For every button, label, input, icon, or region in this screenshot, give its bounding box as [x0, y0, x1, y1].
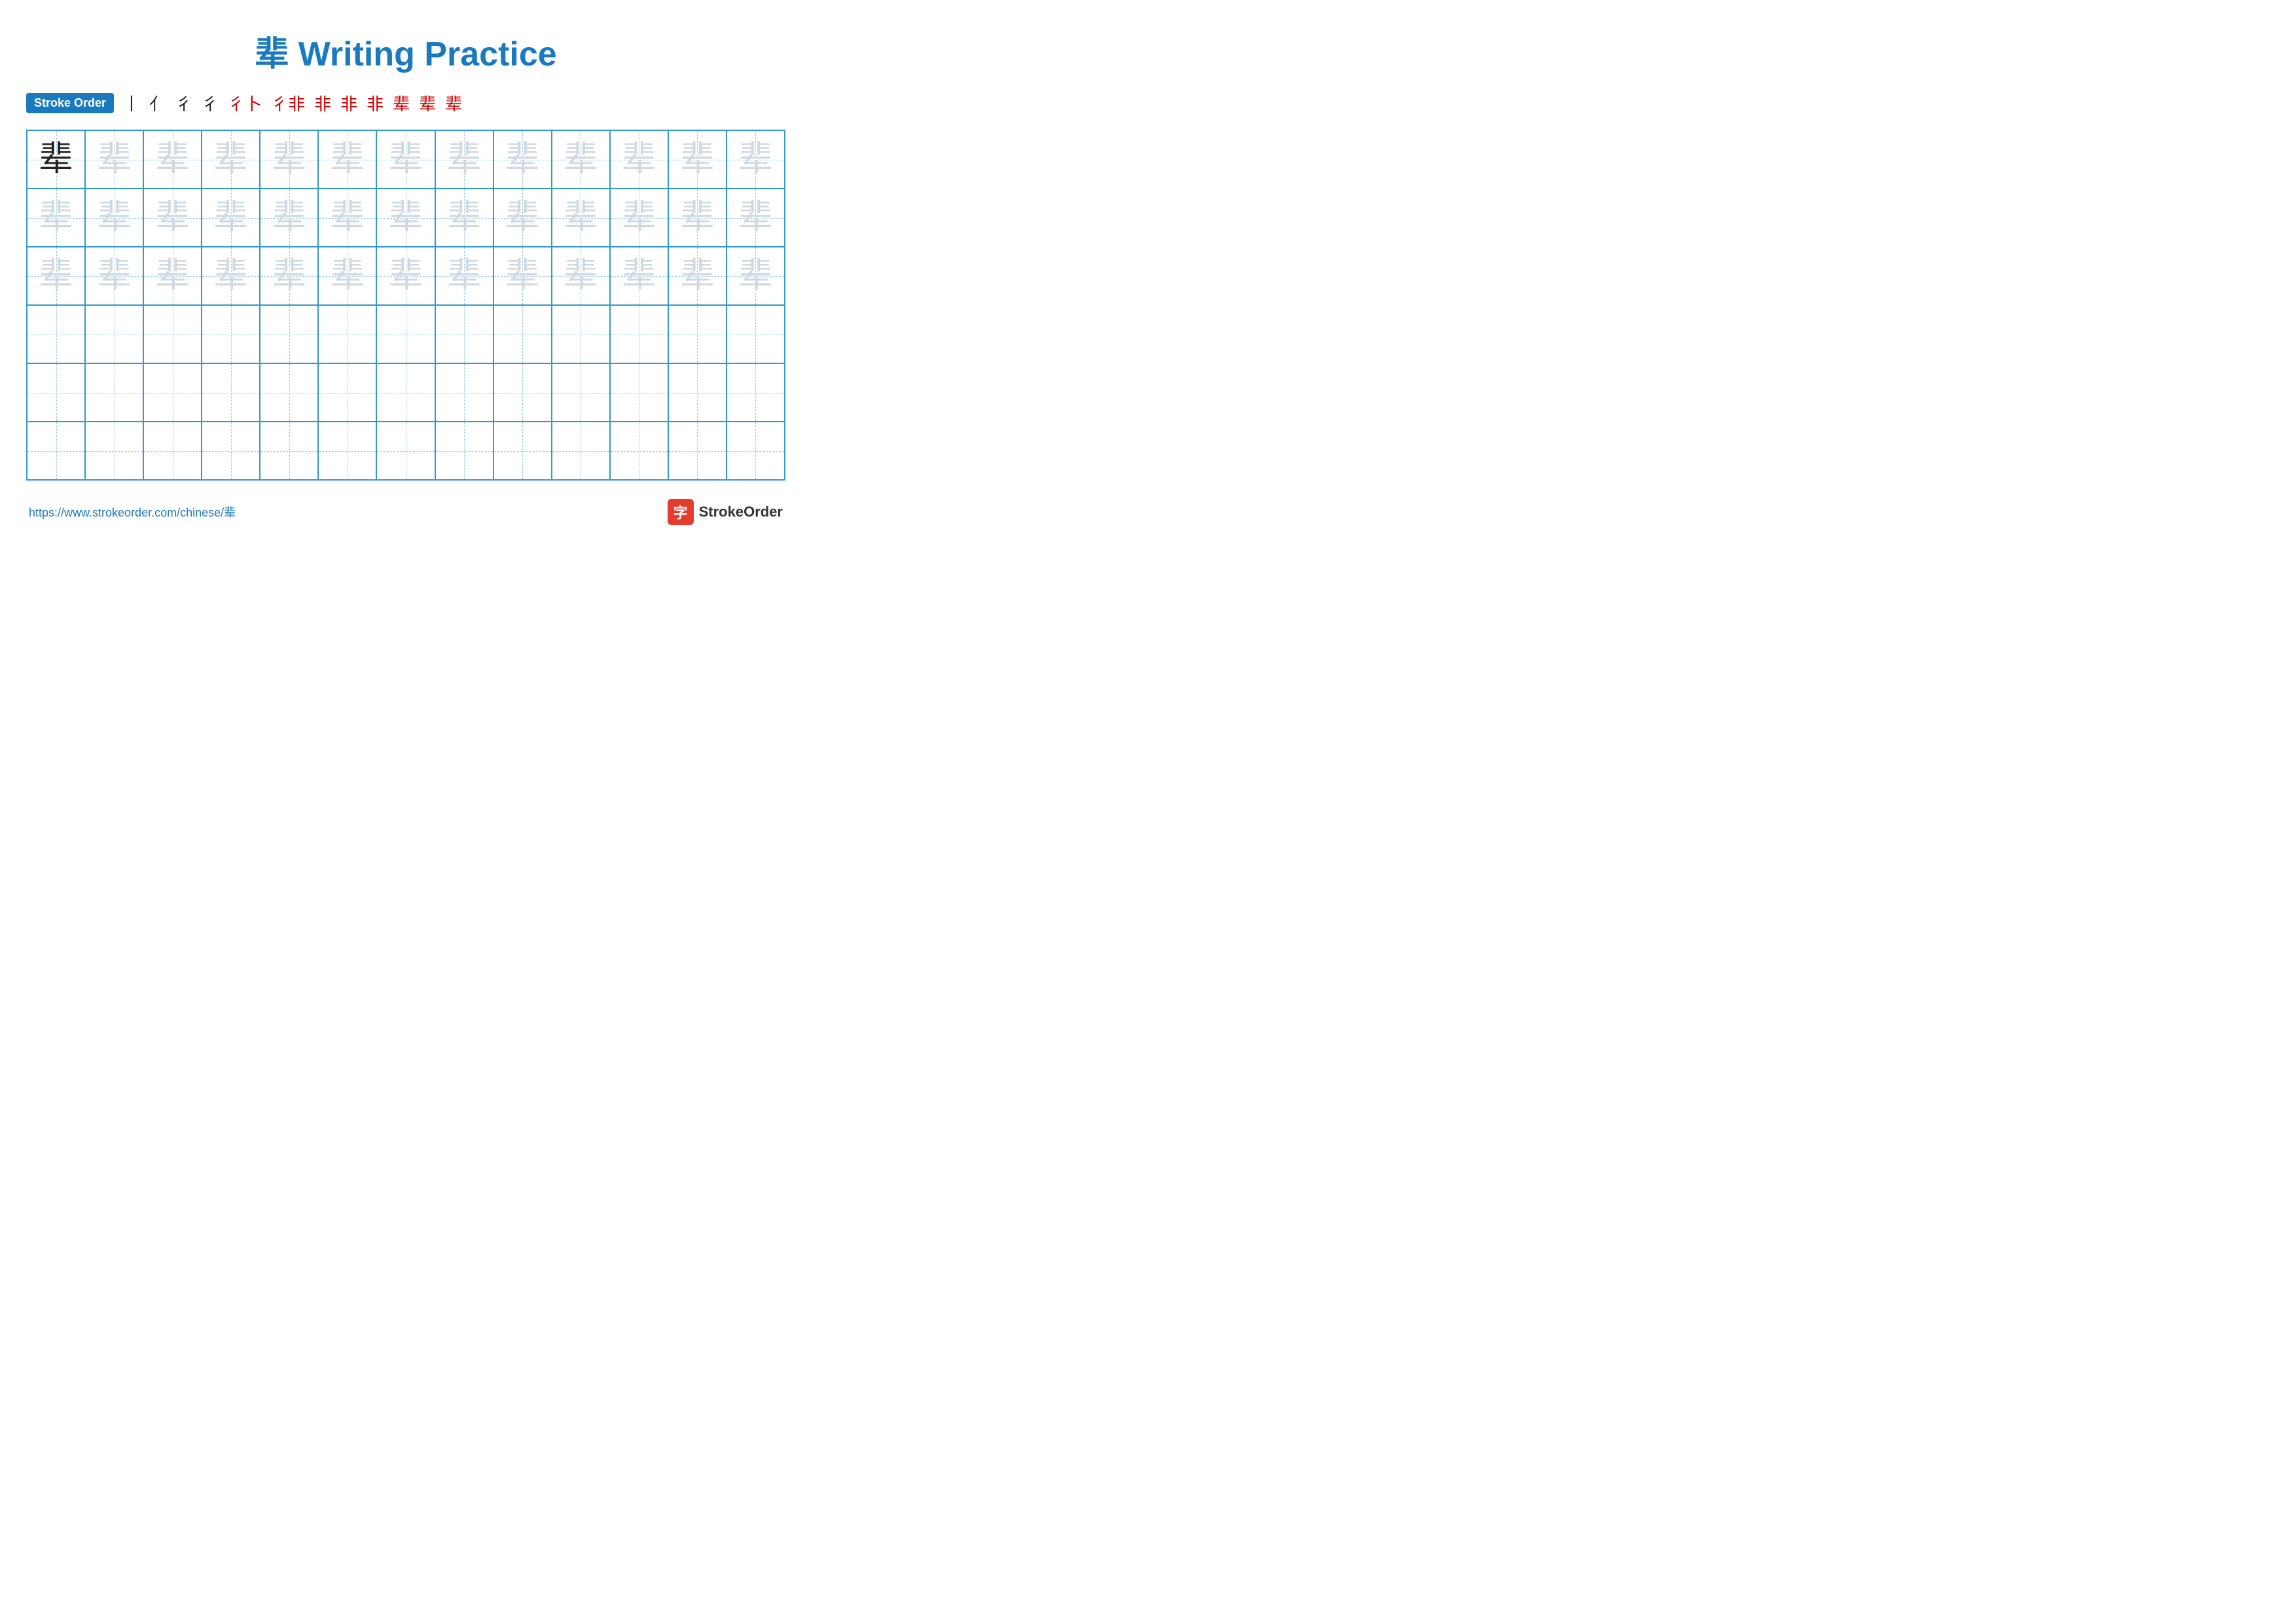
stroke-step-3: 彳	[175, 91, 192, 115]
table-row[interactable]	[143, 305, 202, 363]
stroke-step-11: 辈	[419, 91, 436, 115]
table-row[interactable]	[202, 363, 260, 422]
table-row[interactable]	[376, 305, 435, 363]
table-row[interactable]: 辈	[376, 247, 435, 305]
table-row[interactable]: 辈	[610, 130, 668, 189]
table-row[interactable]: 辈	[85, 247, 143, 305]
stroke-step-4: 彳	[202, 91, 219, 115]
table-row[interactable]: 辈	[260, 247, 318, 305]
table-row[interactable]: 辈	[27, 130, 85, 189]
table-row[interactable]: 辈	[85, 189, 143, 247]
table-row[interactable]: 辈	[202, 130, 260, 189]
table-row[interactable]: 辈	[610, 189, 668, 247]
table-row[interactable]: 辈	[85, 130, 143, 189]
brand-icon: 字	[668, 499, 694, 525]
table-row[interactable]	[202, 305, 260, 363]
table-row[interactable]	[435, 305, 493, 363]
table-row[interactable]: 辈	[552, 189, 610, 247]
table-row[interactable]	[668, 305, 726, 363]
table-row[interactable]: 辈	[202, 189, 260, 247]
table-row[interactable]: 辈	[202, 247, 260, 305]
table-row[interactable]: 辈	[435, 130, 493, 189]
table-row[interactable]	[726, 363, 785, 422]
table-row[interactable]	[552, 305, 610, 363]
table-row[interactable]	[27, 422, 85, 480]
table-row[interactable]	[552, 363, 610, 422]
table-row[interactable]	[318, 422, 376, 480]
table-row[interactable]: 辈	[318, 130, 376, 189]
table-row[interactable]: 辈	[668, 189, 726, 247]
table-row[interactable]	[610, 422, 668, 480]
table-row[interactable]	[376, 422, 435, 480]
stroke-step-7: 非	[314, 91, 331, 115]
table-row[interactable]	[260, 422, 318, 480]
table-row[interactable]	[27, 363, 85, 422]
table-row[interactable]: 辈	[493, 189, 552, 247]
table-row[interactable]: 辈	[668, 247, 726, 305]
table-row[interactable]	[493, 422, 552, 480]
table-row[interactable]: 辈	[552, 130, 610, 189]
table-row[interactable]: 辈	[143, 189, 202, 247]
table-row[interactable]: 辈	[260, 130, 318, 189]
table-row[interactable]	[610, 305, 668, 363]
table-row[interactable]: 辈	[143, 247, 202, 305]
table-row[interactable]	[202, 422, 260, 480]
table-row[interactable]: 辈	[435, 189, 493, 247]
stroke-step-12: 辈	[445, 91, 462, 115]
stroke-step-6: 彳非	[271, 91, 305, 115]
table-row[interactable]: 辈	[376, 189, 435, 247]
table-row[interactable]	[493, 363, 552, 422]
stroke-order-badge: Stroke Order	[26, 93, 114, 113]
table-row[interactable]	[318, 305, 376, 363]
stroke-step-8: 非	[340, 91, 357, 115]
table-row[interactable]: 辈	[376, 130, 435, 189]
table-row[interactable]	[318, 363, 376, 422]
table-row[interactable]: 辈	[27, 189, 85, 247]
table-row[interactable]	[85, 422, 143, 480]
table-row[interactable]	[493, 305, 552, 363]
brand: 字 StrokeOrder	[668, 499, 783, 525]
table-row[interactable]	[143, 422, 202, 480]
table-row[interactable]	[85, 305, 143, 363]
practice-grid: 辈辈辈辈辈辈辈辈辈辈辈辈辈辈辈辈辈辈辈辈辈辈辈辈辈辈辈辈辈辈辈辈辈辈辈辈辈辈辈	[26, 130, 785, 481]
table-row[interactable]	[376, 363, 435, 422]
table-row[interactable]: 辈	[493, 247, 552, 305]
table-row[interactable]	[668, 363, 726, 422]
stroke-step-2: 亻	[149, 91, 166, 115]
table-row[interactable]: 辈	[318, 247, 376, 305]
table-row[interactable]	[143, 363, 202, 422]
table-row[interactable]	[610, 363, 668, 422]
table-row[interactable]: 辈	[726, 130, 785, 189]
table-row[interactable]: 辈	[260, 189, 318, 247]
table-row[interactable]: 辈	[726, 247, 785, 305]
stroke-step-10: 辈	[393, 91, 410, 115]
stroke-step-9: 非	[367, 91, 384, 115]
table-row[interactable]: 辈	[668, 130, 726, 189]
table-row[interactable]: 辈	[552, 247, 610, 305]
table-row[interactable]: 辈	[435, 247, 493, 305]
table-row[interactable]	[552, 422, 610, 480]
table-row[interactable]	[668, 422, 726, 480]
table-row[interactable]	[27, 305, 85, 363]
footer-url: https://www.strokeorder.com/chinese/辈	[29, 503, 236, 520]
table-row[interactable]	[85, 363, 143, 422]
table-row[interactable]	[726, 305, 785, 363]
stroke-step-5: 彳卜	[228, 91, 262, 115]
table-row[interactable]	[435, 422, 493, 480]
table-row[interactable]: 辈	[726, 189, 785, 247]
table-row[interactable]: 辈	[143, 130, 202, 189]
brand-name: StrokeOrder	[699, 503, 783, 520]
table-row[interactable]: 辈	[318, 189, 376, 247]
table-row[interactable]: 辈	[493, 130, 552, 189]
table-row[interactable]	[260, 305, 318, 363]
table-row[interactable]	[260, 363, 318, 422]
table-row[interactable]: 辈	[27, 247, 85, 305]
table-row[interactable]	[435, 363, 493, 422]
stroke-step-1: 丨	[123, 91, 140, 115]
footer: https://www.strokeorder.com/chinese/辈 字 …	[26, 499, 785, 525]
table-row[interactable]: 辈	[610, 247, 668, 305]
page-title: 辈 Writing Practice	[26, 26, 785, 75]
table-row[interactable]	[726, 422, 785, 480]
stroke-order-row: Stroke Order 丨 亻 彳 彳 彳卜 彳非 非 非 非 辈 辈 辈	[26, 91, 785, 115]
